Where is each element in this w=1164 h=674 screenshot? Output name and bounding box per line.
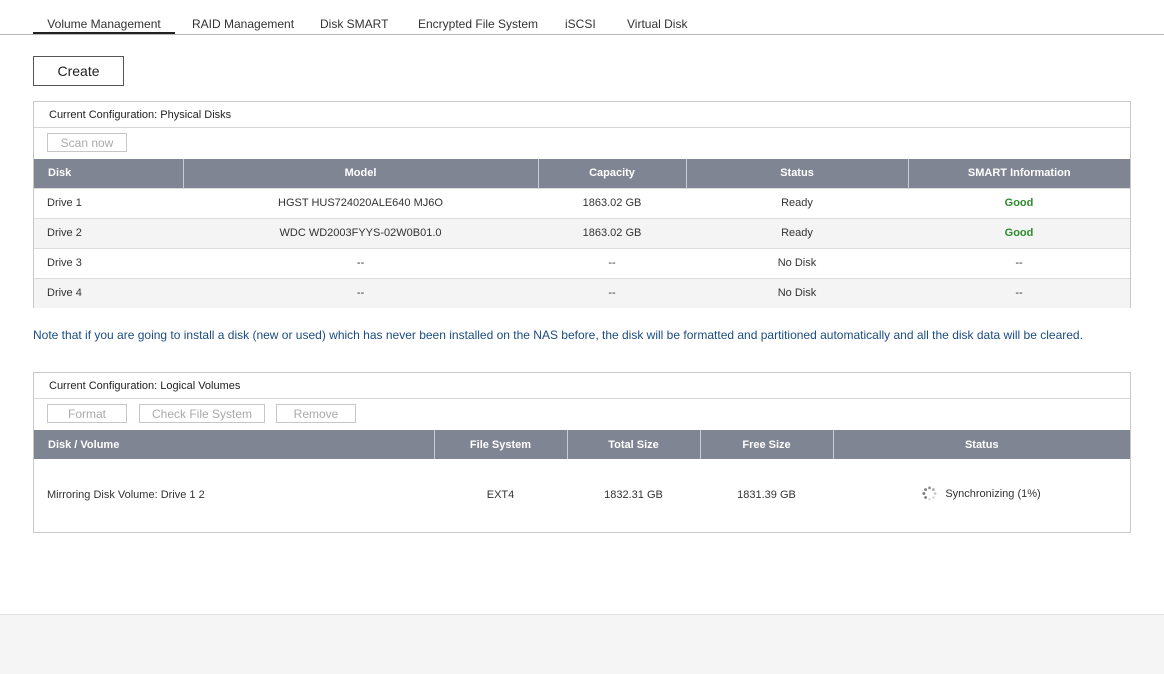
- tab-bar: Volume Management RAID Management Disk S…: [0, 0, 1164, 35]
- physical-disks-title: Current Configuration: Physical Disks: [34, 102, 1130, 128]
- table-row[interactable]: Drive 4 -- -- No Disk --: [34, 277, 1130, 308]
- status-cell: Ready: [686, 217, 908, 248]
- format-warning-note: Note that if you are going to install a …: [33, 328, 1083, 342]
- spinner-icon: [922, 486, 937, 501]
- model-cell: HGST HUS724020ALE640 MJ6O: [183, 187, 538, 218]
- col-status[interactable]: Status: [685, 159, 908, 188]
- col-smart-information[interactable]: SMART Information: [907, 159, 1130, 188]
- physical-disks-table: Disk Model Capacity Status SMART Informa…: [34, 159, 1130, 308]
- capacity-cell: 1863.02 GB: [538, 187, 686, 218]
- remove-button[interactable]: Remove: [276, 404, 356, 423]
- status-cell: No Disk: [686, 247, 908, 278]
- status-cell: Ready: [686, 187, 908, 218]
- model-cell: --: [183, 277, 538, 308]
- physical-toolbar: Scan now: [34, 128, 1130, 159]
- col-total-size[interactable]: Total Size: [566, 430, 700, 459]
- table-header-row: Disk Model Capacity Status SMART Informa…: [34, 159, 1130, 188]
- scan-now-button[interactable]: Scan now: [47, 133, 127, 152]
- capacity-cell: --: [538, 277, 686, 308]
- model-cell: WDC WD2003FYYS-02W0B01.0: [183, 217, 538, 248]
- volume-cell: Mirroring Disk Volume: Drive 1 2: [47, 489, 205, 501]
- table-header-row: Disk / Volume File System Total Size Fre…: [34, 430, 1130, 459]
- volume-status-cell: Synchronizing (1%): [833, 459, 1130, 531]
- model-cell: --: [183, 247, 538, 278]
- tab-disk-smart[interactable]: Disk SMART: [320, 17, 388, 35]
- create-button[interactable]: Create: [33, 56, 124, 86]
- col-file-system[interactable]: File System: [433, 430, 567, 459]
- footer-bar: [0, 614, 1164, 674]
- col-volume-status[interactable]: Status: [832, 430, 1130, 459]
- sync-status-text: Synchronizing (1%): [945, 487, 1041, 500]
- physical-disks-panel: Current Configuration: Physical Disks Sc…: [33, 101, 1131, 308]
- col-disk[interactable]: Disk: [34, 159, 183, 188]
- table-row[interactable]: Drive 3 -- -- No Disk --: [34, 247, 1130, 278]
- col-model[interactable]: Model: [182, 159, 538, 188]
- tab-virtual-disk[interactable]: Virtual Disk: [627, 17, 687, 35]
- logical-volumes-title: Current Configuration: Logical Volumes: [34, 373, 1130, 399]
- disk-cell: Drive 3: [34, 247, 183, 278]
- table-row[interactable]: Drive 2 WDC WD2003FYYS-02W0B01.0 1863.02…: [34, 217, 1130, 248]
- col-disk-volume[interactable]: Disk / Volume: [34, 430, 434, 459]
- capacity-cell: 1863.02 GB: [538, 217, 686, 248]
- status-cell: No Disk: [686, 277, 908, 308]
- logical-toolbar: Format Check File System Remove: [34, 399, 1130, 430]
- col-capacity[interactable]: Capacity: [537, 159, 686, 188]
- capacity-cell: --: [538, 247, 686, 278]
- tab-volume-management[interactable]: Volume Management: [33, 16, 175, 34]
- table-row[interactable]: Drive 1 HGST HUS724020ALE640 MJ6O 1863.0…: [34, 187, 1130, 218]
- smart-cell[interactable]: Good: [908, 187, 1130, 218]
- logical-volumes-panel: Current Configuration: Logical Volumes F…: [33, 372, 1131, 533]
- smart-cell: --: [908, 247, 1130, 278]
- sync-status: Synchronizing (1%): [922, 486, 1041, 501]
- smart-cell: --: [908, 277, 1130, 308]
- smart-cell[interactable]: Good: [908, 217, 1130, 248]
- total-size-cell: 1832.31 GB: [604, 489, 663, 501]
- fs-cell: EXT4: [486, 489, 515, 501]
- tab-iscsi[interactable]: iSCSI: [565, 17, 596, 35]
- tab-encrypted-file-system[interactable]: Encrypted File System: [418, 17, 538, 35]
- check-file-system-button[interactable]: Check File System: [139, 404, 265, 423]
- logical-volumes-table: Disk / Volume File System Total Size Fre…: [34, 430, 1130, 531]
- free-size-cell: 1831.39 GB: [737, 489, 796, 501]
- table-row[interactable]: Mirroring Disk Volume: Drive 1 2 EXT4 18…: [34, 459, 1130, 531]
- col-free-size[interactable]: Free Size: [699, 430, 833, 459]
- disk-cell: Drive 2: [34, 217, 183, 248]
- disk-cell: Drive 4: [34, 277, 183, 308]
- disk-cell: Drive 1: [34, 187, 183, 218]
- tab-raid-management[interactable]: RAID Management: [192, 17, 294, 35]
- format-button[interactable]: Format: [47, 404, 127, 423]
